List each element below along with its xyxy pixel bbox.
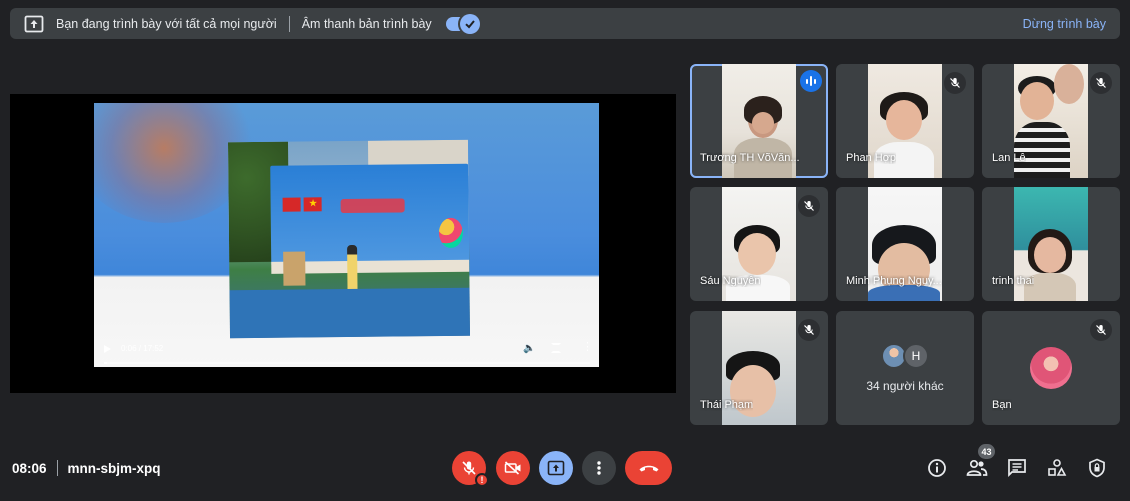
presentation-audio-toggle[interactable] <box>445 13 480 34</box>
presentation-audio-label: Âm thanh bản trình bày <box>301 16 432 31</box>
people-icon <box>966 459 988 476</box>
body <box>868 285 940 301</box>
others-avatars: H <box>881 343 929 369</box>
mic-off-icon <box>1090 319 1112 341</box>
stage-floor <box>229 287 471 339</box>
play-icon[interactable] <box>104 345 111 353</box>
participant-tile[interactable]: trinh thai <box>982 187 1120 301</box>
info-icon <box>928 459 946 477</box>
mic-off-icon <box>462 461 476 475</box>
flag <box>282 197 301 212</box>
participant-tile[interactable]: Sáu Nguyễn <box>690 187 828 301</box>
video-time: 0:06 / 17:52 <box>121 344 164 353</box>
videocam-off-icon <box>504 461 521 475</box>
chat-icon <box>1008 459 1026 478</box>
avatar <box>1030 347 1072 389</box>
volume-icon[interactable]: 🔈 <box>523 343 535 354</box>
participant-tile[interactable]: Lan Lê <box>982 64 1120 178</box>
shield-lock-icon <box>1089 458 1105 478</box>
face <box>752 112 774 134</box>
stage-backdrop <box>270 163 470 266</box>
star-icon: ★ <box>308 198 318 210</box>
fullscreen-icon[interactable] <box>551 343 561 353</box>
activities-icon <box>1048 459 1067 476</box>
divider <box>56 460 58 476</box>
participant-tile[interactable]: Thái Phạm <box>690 311 828 425</box>
face <box>1034 237 1066 273</box>
leave-call-button[interactable] <box>625 451 672 485</box>
presenting-banner: Bạn đang trình bày với tất cả mọi người … <box>10 8 1120 39</box>
self-tile[interactable]: Bạn <box>982 311 1120 425</box>
check-icon <box>459 13 480 34</box>
presenting-message: Bạn đang trình bày với tất cả mọi người <box>56 16 277 31</box>
participant-tile[interactable]: Phan Hợp <box>836 64 974 178</box>
people-button[interactable] <box>965 456 989 480</box>
chat-button[interactable] <box>1005 456 1029 480</box>
video-progress-fill <box>104 362 107 364</box>
presentation-stage: ★ 0:06 / 17:52 🔈 ⋮ <box>10 94 676 393</box>
body <box>1014 122 1070 178</box>
shared-video[interactable]: ★ <box>94 103 599 367</box>
banner-title-shape <box>340 198 405 214</box>
call-end-icon <box>639 465 658 472</box>
participant-name: Minh Phụng Nguy... <box>846 275 942 287</box>
face <box>1054 64 1084 104</box>
face <box>738 233 776 275</box>
participant-name: Lan Lê <box>992 152 1026 164</box>
participant-name: Phan Hợp <box>846 152 897 164</box>
present-to-all-icon <box>547 460 565 476</box>
video-controls: 0:06 / 17:52 🔈 ⋮ <box>94 337 599 367</box>
face <box>1020 82 1054 120</box>
mic-off-icon <box>1090 72 1112 94</box>
microphone-button[interactable]: ! <box>452 451 489 487</box>
others-count-label: 34 người khác <box>866 379 944 393</box>
more-vert-icon <box>597 461 601 475</box>
participant-tile[interactable]: Trương TH VõVăn... <box>690 64 828 178</box>
more-vert-icon[interactable]: ⋮ <box>582 342 593 353</box>
banner-divider <box>288 15 290 32</box>
avatar: H <box>903 343 929 369</box>
participant-name: Bạn <box>992 399 1012 411</box>
meeting-code: mnn-sbjm-xpq <box>67 460 161 476</box>
stop-presenting-button[interactable]: Dừng trình bày <box>1023 17 1106 31</box>
activities-button[interactable] <box>1045 456 1069 480</box>
meeting-time: 08:06 <box>12 460 47 476</box>
mic-off-icon <box>798 319 820 341</box>
mic-off-icon <box>944 72 966 94</box>
meeting-details-button[interactable] <box>925 456 949 480</box>
warning-icon: ! <box>475 473 489 487</box>
speaking-indicator-icon <box>800 70 822 92</box>
participant-name: Sáu Nguyễn <box>700 275 761 287</box>
balloons <box>438 217 464 249</box>
more-options-button[interactable] <box>582 451 616 485</box>
camera-button[interactable] <box>496 451 530 485</box>
present-screen-icon <box>24 14 44 34</box>
host-controls-button[interactable] <box>1085 456 1109 480</box>
video-frame: ★ <box>227 139 471 339</box>
mic-off-icon <box>798 195 820 217</box>
participant-name: Trương TH VõVăn... <box>700 152 800 164</box>
podium <box>283 251 306 286</box>
people-count-badge: 43 <box>978 444 995 459</box>
video-progress-bar[interactable] <box>104 362 590 364</box>
face <box>886 100 922 140</box>
participant-name: trinh thai <box>992 275 1035 287</box>
present-button[interactable] <box>539 451 573 485</box>
others-tile[interactable]: H 34 người khác <box>836 311 974 425</box>
participant-name: Thái Phạm <box>700 399 754 411</box>
meeting-info: 08:06 mnn-sbjm-xpq <box>12 460 161 476</box>
participant-tile[interactable]: Minh Phụng Nguy... <box>836 187 974 301</box>
